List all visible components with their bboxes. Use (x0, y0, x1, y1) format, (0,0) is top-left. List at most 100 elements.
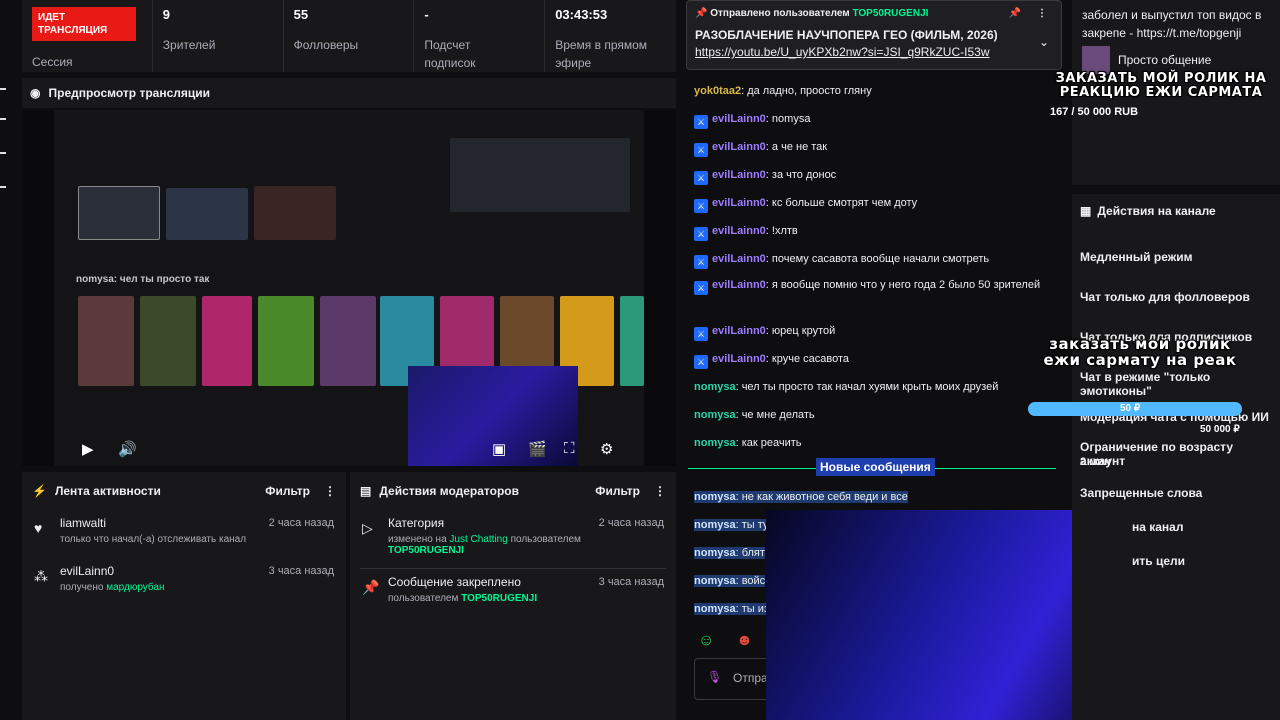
rail-mark (0, 118, 6, 120)
more-vertical-icon[interactable]: ⋮ (654, 484, 666, 498)
chat-text: да ладно, проосто гляну (747, 85, 872, 97)
mic-icon[interactable]: 🎙 (707, 670, 722, 684)
mod-action-item[interactable]: ▷ Категория 2 часа назад изменено на Jus… (350, 510, 676, 568)
chat-username[interactable]: yok0taa2 (694, 85, 741, 97)
chat-username[interactable]: evilLainn0 (712, 253, 766, 265)
stat-session: ИДЕТ ТРАНСЛЯЦИЯ Сессия (22, 0, 153, 72)
goal-overlay-title: ЗАКАЗАТЬ МОЙ РОЛИК НА РЕАКЦИЮ ЕЖИ САРМАТ… (1055, 71, 1267, 100)
action-channel[interactable]: на канал (1132, 520, 1183, 534)
fullscreen-icon[interactable]: ⛶ (564, 440, 575, 457)
category-tile (258, 296, 314, 386)
activity-desc: получено мардюрубан (60, 582, 336, 593)
chat-message[interactable]: nomysa: как реачить (694, 434, 1060, 452)
pin-icon: 📌 (695, 8, 708, 19)
chat-message[interactable]: ⚔ evilLainn0: почему сасавота вообще нача… (694, 250, 1060, 269)
chat-username[interactable]: nomysa (694, 491, 736, 503)
chat-username[interactable]: nomysa (694, 603, 736, 615)
action-emote-only[interactable]: Чат в режиме "только эмотиконы" (1080, 370, 1280, 398)
chat-username[interactable]: nomysa (694, 409, 736, 421)
chat-username[interactable]: nomysa (694, 381, 736, 393)
theatre-icon[interactable]: ▣ (492, 440, 506, 458)
chat-message[interactable]: ⚔ evilLainn0: !хлтв (694, 222, 1060, 241)
more-vertical-icon[interactable]: ⋮ (324, 484, 336, 498)
pinned-message: 📌 Отправлено пользователем TOP50RUGENJI … (686, 0, 1062, 70)
stream-preview[interactable]: nomysa: чел ты просто так ▶ 🔊 ▣ 🎬 ⛶ ⚙ (22, 110, 676, 466)
emote-icon[interactable]: ☻ (736, 632, 753, 650)
action-slow-mode[interactable]: Медленный режим (1080, 250, 1193, 264)
viewers-value: 9 (162, 7, 171, 22)
category-tile (620, 296, 644, 386)
uptime-value: 03:43:53 (555, 7, 608, 22)
chat-username[interactable]: evilLainn0 (712, 279, 766, 291)
chat-message[interactable]: ⚔ evilLainn0: а че не так (694, 138, 1060, 157)
chat-username[interactable]: evilLainn0 (712, 169, 766, 181)
chat-text: nomysa (771, 113, 811, 125)
chat-username[interactable]: nomysa (694, 519, 736, 531)
action-goals[interactable]: ить цели (1132, 554, 1185, 568)
chat-text: юрец крутой (771, 325, 836, 337)
mod-desc-user[interactable]: TOP50RUGENJI (388, 545, 464, 556)
chat-message[interactable]: ⚔ evilLainn0: юрец крутой (694, 322, 1060, 341)
mod-badge-icon: ⚔ (694, 355, 708, 369)
more-vertical-icon[interactable]: ⋮ (1037, 8, 1047, 19)
chat-username[interactable]: evilLainn0 (712, 225, 766, 237)
pinned-by: 📌 Отправлено пользователем TOP50RUGENJI … (695, 8, 1053, 19)
action-banned-words[interactable]: Запрещенные слова (1080, 486, 1202, 500)
chat-text: ты из (741, 603, 769, 615)
chat-message[interactable]: ⚔ evilLainn0: nomysa (694, 110, 1060, 129)
preview-thumb (78, 186, 160, 240)
chat-text: я вообще помню что у него года 2 было 50… (771, 279, 1041, 291)
lightning-icon: ⚡ (32, 484, 47, 498)
chat-username[interactable]: evilLainn0 (712, 325, 766, 337)
volume-icon[interactable]: 🔊 (118, 440, 137, 458)
activity-item[interactable]: ♥ liamwalti 2 часа назад только что нача… (22, 510, 346, 558)
chat-username[interactable]: evilLainn0 (712, 353, 766, 365)
mod-filter-button[interactable]: Фильтр (595, 484, 640, 498)
emote-icon[interactable]: ☺ (698, 632, 714, 650)
activity-desc-highlight: мардюрубан (106, 582, 165, 593)
category-tile (440, 296, 494, 372)
activity-time: 2 часа назад (268, 517, 334, 529)
action-followers-only[interactable]: Чат только для фолловеров (1080, 290, 1250, 304)
category-name[interactable]: Просто общение (1118, 51, 1211, 69)
chat-message-new[interactable]: nomysa: не как животное себя веди и все (694, 488, 1060, 506)
chat-username[interactable]: nomysa (694, 437, 736, 449)
preview-thumb (254, 186, 336, 240)
chat-username[interactable]: nomysa (694, 575, 736, 587)
chat-username[interactable]: evilLainn0 (712, 197, 766, 209)
activity-filter-button[interactable]: Фильтр (265, 484, 310, 498)
chat-input-placeholder: Отпра (733, 671, 768, 685)
chat-message[interactable]: nomysa: че мне делать (694, 406, 1060, 424)
category-thumb (1082, 46, 1110, 74)
chat-username[interactable]: evilLainn0 (712, 113, 766, 125)
chat-message[interactable]: ⚔ evilLainn0: я вообще помню что у него г… (694, 276, 1060, 295)
chat-message[interactable]: ⚔ evilLainn0: кс больше смотрят чем доту (694, 194, 1060, 213)
chat-text: круче сасавота (771, 353, 849, 365)
chat-message[interactable]: yok0taa2: да ладно, проосто гляну (694, 82, 1060, 100)
gift-icon: ⁂ (34, 568, 48, 584)
clip-icon[interactable]: 🎬 (528, 440, 547, 458)
play-icon[interactable]: ▶ (82, 440, 94, 458)
activity-item[interactable]: ⁂ evilLainn0 3 часа назад получено мардю… (22, 558, 346, 606)
chat-message[interactable]: nomysa: чел ты просто так начал хуями кр… (694, 378, 1060, 396)
pinned-by-label: Отправлено пользователем (710, 8, 850, 19)
settings-gear-icon[interactable]: ⚙ (600, 440, 613, 458)
chat-username[interactable]: evilLainn0 (712, 141, 766, 153)
new-messages-label[interactable]: Новые сообщения (816, 458, 935, 476)
chat-message[interactable]: ⚔ evilLainn0: круче сасавота (694, 350, 1060, 369)
actions-icon: ▦ (1080, 204, 1092, 218)
unpin-icon[interactable]: 📌 (1009, 8, 1021, 19)
stream-title-text: заболел и выпустил топ видос в закрепе -… (1082, 8, 1262, 40)
preview-cam-thumb (450, 138, 630, 212)
chat-username[interactable]: nomysa (694, 547, 736, 559)
pinned-link[interactable]: https://youtu.be/U_uyKPXb2nw?si=JSI_q9Rk… (695, 45, 1053, 59)
mod-desc-user[interactable]: TOP50RUGENJI (461, 593, 537, 604)
mod-badge-icon: ⚔ (694, 227, 708, 241)
mod-action-item[interactable]: 📌 Сообщение закреплено 3 часа назад поль… (350, 569, 676, 617)
preview-overlay-text: nomysa: чел ты просто так (76, 274, 210, 285)
pinned-by-user[interactable]: TOP50RUGENJI (852, 8, 928, 19)
chat-message[interactable]: ⚔ evilLainn0: за что донос (694, 166, 1060, 185)
mod-badge-icon: ⚔ (694, 171, 708, 185)
rail-mark (0, 152, 6, 154)
chevron-down-icon[interactable]: ⌄ (1039, 35, 1049, 49)
